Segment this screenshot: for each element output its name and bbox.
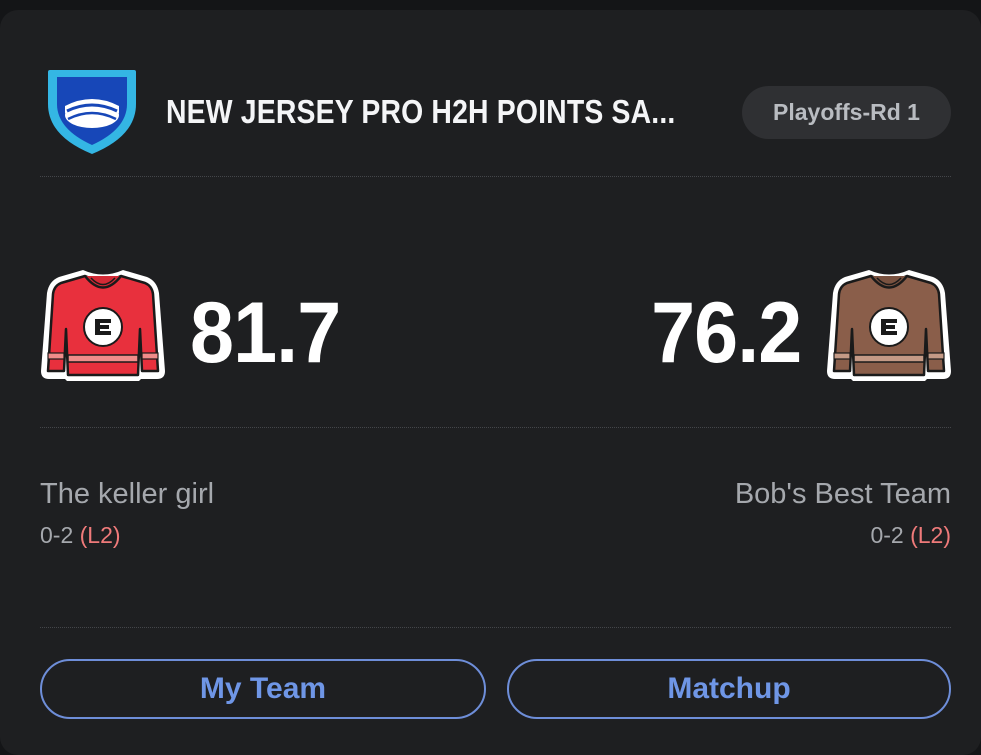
league-name[interactable]: NEW JERSEY PRO H2H POINTS SA...	[166, 92, 675, 132]
away-score: 76.2	[650, 285, 802, 381]
record-value: 0-2	[870, 522, 904, 548]
matchup-card: NEW JERSEY PRO H2H POINTS SA... Playoffs…	[0, 10, 981, 755]
record-value: 0-2	[40, 522, 74, 548]
away-team-record: 0-2 (L2)	[870, 521, 951, 549]
divider	[40, 627, 951, 628]
streak-badge: (L2)	[910, 522, 951, 548]
away-team-name[interactable]: Bob's Best Team	[735, 477, 951, 511]
divider	[40, 176, 951, 177]
red-jersey-icon	[41, 270, 165, 381]
my-team-button[interactable]: My Team	[40, 659, 486, 719]
streak-badge: (L2)	[79, 522, 121, 548]
home-team-name[interactable]: The keller girl	[40, 477, 214, 511]
home-score: 81.7	[190, 285, 341, 381]
round-badge: Playoffs-Rd 1	[742, 86, 951, 139]
hockey-puck-shield-icon	[48, 70, 136, 154]
brown-jersey-icon	[827, 270, 951, 381]
divider	[40, 427, 951, 428]
matchup-button[interactable]: Matchup	[507, 659, 951, 719]
home-team-record: 0-2 (L2)	[40, 521, 121, 549]
